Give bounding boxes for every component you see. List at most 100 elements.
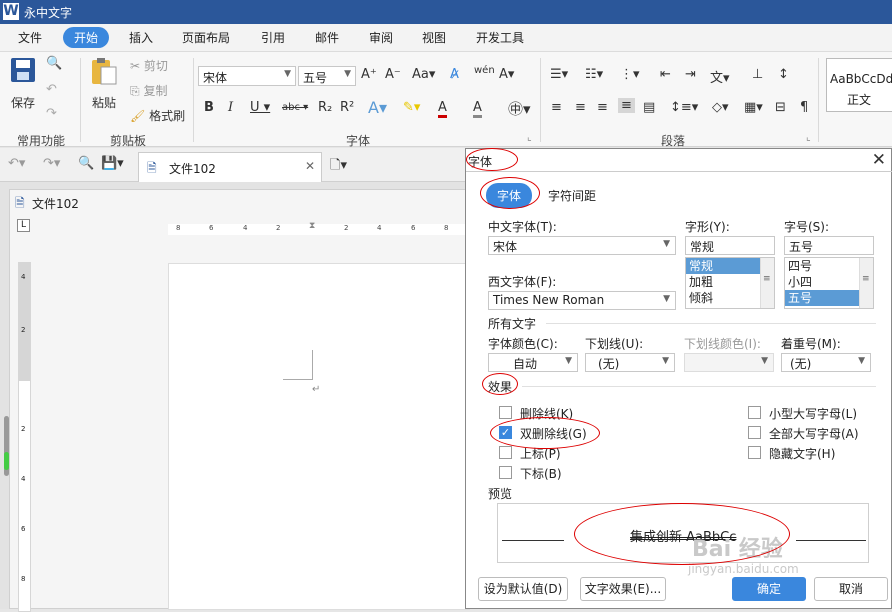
hidden-text-checkbox[interactable] — [748, 446, 761, 459]
font-color-icon[interactable]: A — [438, 100, 447, 118]
multilevel-list-icon[interactable]: ⋮▾ — [620, 67, 640, 82]
format-painter-button[interactable]: 🖌 格式刷 — [130, 107, 185, 124]
line-spacing-icon[interactable]: ↕≡▾ — [670, 100, 698, 115]
sort-icon[interactable]: ↕ — [778, 67, 789, 82]
italic-icon[interactable]: I — [228, 100, 233, 115]
print-preview-icon[interactable]: 🔍 — [46, 56, 62, 71]
all-caps-checkbox[interactable] — [748, 426, 761, 439]
paragraph-spacing-icon[interactable]: ⊟ — [775, 100, 786, 115]
horizontal-ruler[interactable]: 8 6 4 2 ⧗ 2 4 6 8 — [168, 221, 468, 235]
change-case-icon[interactable]: Aa▾ — [412, 67, 435, 82]
font-color-value: 自动 — [513, 357, 538, 371]
clear-format-icon[interactable]: A̷ — [450, 67, 459, 82]
emphasis-mark-select[interactable]: (无) ▼ — [781, 353, 871, 372]
font-name-select[interactable]: 宋体 ▼ — [198, 66, 296, 86]
tab-stop-selector[interactable]: L — [17, 219, 30, 232]
copy-button[interactable]: ⎘ 复制 — [130, 82, 167, 99]
ok-button[interactable]: 确定 — [732, 577, 806, 601]
paragraph-dialog-launcher-icon[interactable]: ⌞ — [806, 132, 811, 143]
pilcrow-icon[interactable]: ¶ — [800, 100, 808, 115]
paste-button[interactable] — [89, 56, 119, 89]
tab-font[interactable]: 字体 — [486, 183, 533, 208]
font-size-list[interactable]: 四号 小四 五号 ≡ — [784, 257, 874, 309]
grow-font-icon[interactable]: A⁺ — [361, 67, 377, 82]
menu-file[interactable]: 文件 — [18, 29, 42, 46]
text-effect-icon[interactable]: A▾ — [368, 98, 387, 117]
set-default-button[interactable]: 设为默认值(D) — [478, 577, 568, 601]
chinese-layout-icon[interactable]: 文▾ — [710, 67, 730, 86]
font-dialog-launcher-icon[interactable]: ⌞ — [527, 132, 532, 143]
redo-icon[interactable]: ↷▾ — [43, 156, 60, 171]
double-strikethrough-checkbox[interactable]: ✓ — [499, 426, 512, 439]
phonetic-guide-icon[interactable]: wén — [474, 65, 495, 76]
menu-insert[interactable]: 插入 — [129, 29, 153, 46]
subscript-checkbox[interactable] — [499, 466, 512, 479]
save-button[interactable] — [9, 56, 37, 87]
superscript-label: 上标(P) — [520, 447, 561, 461]
small-caps-checkbox[interactable] — [748, 406, 761, 419]
close-tab-icon[interactable]: ✕ — [305, 159, 315, 173]
font-color-select[interactable]: 自动 ▼ — [488, 353, 578, 372]
subscript-icon[interactable]: R₂ — [318, 100, 332, 115]
strikethrough-checkbox[interactable] — [499, 406, 512, 419]
double-strikethrough-label: 双删除线(G) — [520, 427, 587, 441]
show-marks-icon[interactable]: ⊥ — [752, 67, 763, 82]
undo-icon[interactable]: ↶ — [46, 82, 57, 97]
tab-character-spacing[interactable]: 字符间距 — [548, 187, 596, 204]
menu-references[interactable]: 引用 — [261, 29, 285, 46]
redo-icon[interactable]: ↷ — [46, 106, 57, 121]
bullet-list-icon[interactable]: ☰▾ — [550, 67, 568, 82]
western-font-label: 西文字体(F): — [488, 275, 557, 289]
char-shading-icon[interactable]: A — [473, 100, 482, 118]
superscript-icon[interactable]: R² — [340, 100, 354, 115]
font-size-input[interactable]: 五号 — [784, 236, 874, 255]
style-gallery-item[interactable]: AaBbCcDd 正文 — [826, 58, 892, 112]
scrollbar[interactable]: ≡ — [859, 258, 873, 308]
scrollbar[interactable]: ≡ — [760, 258, 774, 308]
indent-marker[interactable]: ⧗ — [309, 221, 315, 231]
shrink-font-icon[interactable]: A⁻ — [385, 67, 401, 82]
undo-icon[interactable]: ↶▾ — [8, 156, 25, 171]
print-preview-icon[interactable]: 🔍 — [78, 156, 94, 171]
underline-select[interactable]: (无) ▼ — [585, 353, 675, 372]
shading-icon[interactable]: ◇▾ — [712, 100, 729, 115]
vertical-ruler[interactable]: 4 2 2 4 6 8 — [18, 262, 31, 612]
subscript-label: 下标(B) — [520, 467, 562, 481]
highlight-icon[interactable]: ✎▾ — [403, 100, 420, 115]
menu-view[interactable]: 视图 — [422, 29, 446, 46]
new-document-icon[interactable]: 🗋▾ — [330, 156, 347, 178]
cancel-button[interactable]: 取消 — [814, 577, 888, 601]
menu-home[interactable]: 开始 — [63, 27, 110, 48]
strikethrough-icon[interactable]: abc ▾ — [282, 102, 308, 113]
align-right-icon[interactable]: ≡ — [597, 100, 608, 115]
save-small-icon[interactable]: 💾▾ — [101, 156, 124, 171]
borders-icon[interactable]: ▦▾ — [744, 100, 763, 115]
chinese-font-select[interactable]: 宋体 ▼ — [488, 236, 676, 255]
document-page[interactable]: ↵ — [168, 263, 470, 610]
ruler-tick: 6 — [411, 224, 416, 232]
superscript-checkbox[interactable] — [499, 446, 512, 459]
close-icon[interactable]: ✕ — [872, 150, 886, 170]
font-style-input[interactable]: 常规 — [685, 236, 775, 255]
decrease-indent-icon[interactable]: ⇤ — [660, 67, 671, 82]
bold-icon[interactable]: B — [204, 100, 214, 115]
underline-icon[interactable]: U ▾ — [250, 100, 270, 115]
menu-page-layout[interactable]: 页面布局 — [182, 29, 230, 46]
menu-review[interactable]: 审阅 — [369, 29, 393, 46]
western-font-select[interactable]: Times New Roman ▼ — [488, 291, 676, 310]
char-border-icon[interactable]: A▾ — [499, 67, 514, 82]
cut-button[interactable]: ✂ 剪切 — [130, 57, 168, 74]
increase-indent-icon[interactable]: ⇥ — [685, 67, 696, 82]
font-style-list[interactable]: 常规 加粗 倾斜 ≡ — [685, 257, 775, 309]
enclose-char-icon[interactable]: ㊥▾ — [508, 98, 531, 119]
font-size-select[interactable]: 五号 ▼ — [298, 66, 356, 86]
align-center-icon[interactable]: ≡ — [575, 100, 586, 115]
distributed-icon[interactable]: ▤ — [643, 100, 655, 115]
numbered-list-icon[interactable]: ☷▾ — [585, 67, 603, 82]
justify-icon[interactable]: ≡ — [618, 98, 635, 113]
text-effects-button[interactable]: 文字效果(E)... — [580, 577, 666, 601]
menu-developer[interactable]: 开发工具 — [476, 29, 524, 46]
document-tab[interactable]: 🗎 文件102 ✕ — [138, 152, 322, 182]
align-left-icon[interactable]: ≡ — [551, 100, 562, 115]
menu-mailings[interactable]: 邮件 — [315, 29, 339, 46]
